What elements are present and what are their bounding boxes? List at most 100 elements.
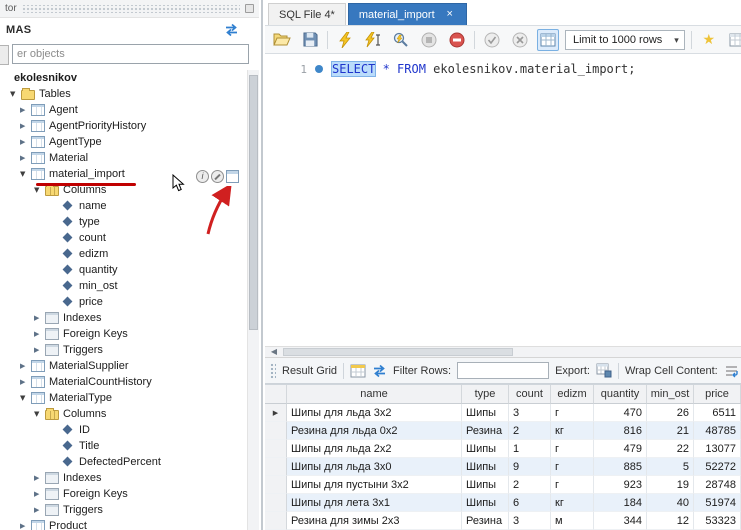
explain-query-button[interactable] <box>390 29 412 51</box>
tree-item[interactable]: Indexes <box>0 310 249 326</box>
table-row[interactable]: Шипы для льда 3x2 Шипы 3 г 470 26 6511 <box>265 404 741 422</box>
grid-column-header[interactable]: price <box>694 385 741 404</box>
table-row[interactable]: Резина для льда 0x2 Резина 2 кг 816 21 4… <box>265 422 741 440</box>
scrollbar-thumb[interactable] <box>283 348 513 356</box>
tree-item[interactable]: MaterialType <box>0 390 249 406</box>
tree-item[interactable]: Indexes <box>0 470 249 486</box>
cell-price[interactable]: 51974 <box>694 494 741 512</box>
cell-price[interactable]: 13077 <box>694 440 741 458</box>
execute-current-statement-button[interactable] <box>362 29 384 51</box>
navigator-scrollbar[interactable] <box>247 70 259 530</box>
panel-grip-dots[interactable] <box>22 5 240 13</box>
tree-expander-icon[interactable] <box>10 86 21 102</box>
cell-quantity[interactable]: 479 <box>594 440 647 458</box>
tree-expander-icon[interactable] <box>20 358 31 374</box>
tree-expander-icon[interactable] <box>34 326 45 342</box>
table-row[interactable]: Шипы для лета 3x1 Шипы 6 кг 184 40 51974 <box>265 494 741 512</box>
toggle-autocommit-button[interactable] <box>537 29 559 51</box>
cell-min-ost[interactable]: 5 <box>647 458 694 476</box>
cell-name[interactable]: Резина для зимы 2x3 <box>287 512 462 530</box>
scrollbar-thumb[interactable] <box>249 75 258 330</box>
tree-expander-icon[interactable] <box>34 406 45 422</box>
toggle-invisible-characters-button[interactable] <box>726 29 741 51</box>
tree-item[interactable]: edizm <box>0 246 249 262</box>
tree-item[interactable]: ekolesnikov <box>0 70 249 86</box>
cell-name[interactable]: Шипы для льда 2x2 <box>287 440 462 458</box>
table-row[interactable]: Шипы для пустыни 3x2 Шипы 2 г 923 19 287… <box>265 476 741 494</box>
cell-price[interactable]: 6511 <box>694 404 741 422</box>
cell-count[interactable]: 1 <box>509 440 551 458</box>
filter-rows-input[interactable] <box>457 362 549 379</box>
row-selector[interactable] <box>265 422 287 440</box>
tree-item[interactable]: Product <box>0 518 249 530</box>
tree-expander-icon[interactable] <box>20 518 31 530</box>
tree-expander-icon[interactable] <box>20 118 31 134</box>
cell-min-ost[interactable]: 21 <box>647 422 694 440</box>
tree-item[interactable]: ID <box>0 422 249 438</box>
row-selector[interactable] <box>265 512 287 530</box>
cell-name[interactable]: Шипы для пустыни 3x2 <box>287 476 462 494</box>
cell-price[interactable]: 28748 <box>694 476 741 494</box>
save-button[interactable] <box>299 29 321 51</box>
cell-type[interactable]: Шипы <box>462 476 509 494</box>
tree-item[interactable]: Foreign Keys <box>0 326 249 342</box>
grid-column-header[interactable]: min_ost <box>647 385 694 404</box>
tab-sql-file-4[interactable]: SQL File 4* <box>268 3 346 25</box>
table-row[interactable]: Резина для зимы 2x3 Резина 3 м 344 12 53… <box>265 512 741 530</box>
tree-item[interactable]: MaterialSupplier <box>0 358 249 374</box>
grid-column-header[interactable]: quantity <box>594 385 647 404</box>
tree-item[interactable]: Columns <box>0 406 249 422</box>
cell-type[interactable]: Шипы <box>462 440 509 458</box>
table-row[interactable]: Шипы для льда 2x2 Шипы 1 г 479 22 13077 <box>265 440 741 458</box>
tree-expander-icon[interactable] <box>34 502 45 518</box>
grid-column-header[interactable]: edizm <box>551 385 594 404</box>
tree-expander-icon[interactable] <box>34 486 45 502</box>
execute-query-button[interactable] <box>334 29 356 51</box>
rollback-button[interactable] <box>509 29 531 51</box>
table-info-icon[interactable] <box>196 170 209 183</box>
tree-item[interactable]: price <box>0 294 249 310</box>
cell-price[interactable]: 52272 <box>694 458 741 476</box>
grid-selector-header[interactable] <box>265 385 287 404</box>
cell-count[interactable]: 2 <box>509 476 551 494</box>
table-data-icon[interactable] <box>226 170 239 183</box>
editor-horizontal-scrollbar[interactable] <box>265 346 741 358</box>
cell-type[interactable]: Резина <box>462 422 509 440</box>
table-settings-icon[interactable] <box>211 170 224 183</box>
tree-item[interactable]: DefectedPercent <box>0 454 249 470</box>
cell-min-ost[interactable]: 19 <box>647 476 694 494</box>
tree-item[interactable]: Foreign Keys <box>0 486 249 502</box>
stop-on-error-toggle[interactable] <box>446 29 468 51</box>
tree-item[interactable]: Tables <box>0 86 249 102</box>
sql-editor[interactable]: 1 SELECT * FROM ekolesnikov.material_imp… <box>265 54 741 346</box>
tree-expander-icon[interactable] <box>20 102 31 118</box>
cell-min-ost[interactable]: 12 <box>647 512 694 530</box>
tree-expander-icon[interactable] <box>20 390 31 406</box>
commit-button[interactable] <box>481 29 503 51</box>
result-grid-icon[interactable] <box>350 364 366 378</box>
cell-type[interactable]: Резина <box>462 512 509 530</box>
tab-material-import[interactable]: material_import <box>348 3 467 25</box>
cell-count[interactable]: 9 <box>509 458 551 476</box>
open-file-button[interactable] <box>271 29 293 51</box>
cell-min-ost[interactable]: 22 <box>647 440 694 458</box>
cell-edizm[interactable]: г <box>551 404 594 422</box>
export-recordset-icon[interactable] <box>596 363 612 378</box>
tree-item[interactable]: Agent <box>0 102 249 118</box>
row-selector[interactable] <box>265 440 287 458</box>
cell-quantity[interactable]: 184 <box>594 494 647 512</box>
wrap-cell-content-icon[interactable] <box>724 364 739 378</box>
cell-type[interactable]: Шипы <box>462 404 509 422</box>
scroll-left-icon[interactable] <box>267 347 281 357</box>
cell-quantity[interactable]: 923 <box>594 476 647 494</box>
refresh-schemas-icon[interactable] <box>224 23 239 37</box>
tree-item[interactable]: min_ost <box>0 278 249 294</box>
tree-expander-icon[interactable] <box>20 166 31 182</box>
cell-quantity[interactable]: 816 <box>594 422 647 440</box>
cell-quantity[interactable]: 885 <box>594 458 647 476</box>
tree-expander-icon[interactable] <box>34 470 45 486</box>
row-selector[interactable] <box>265 458 287 476</box>
cell-name[interactable]: Резина для льда 0x2 <box>287 422 462 440</box>
cell-edizm[interactable]: м <box>551 512 594 530</box>
cell-count[interactable]: 3 <box>509 512 551 530</box>
